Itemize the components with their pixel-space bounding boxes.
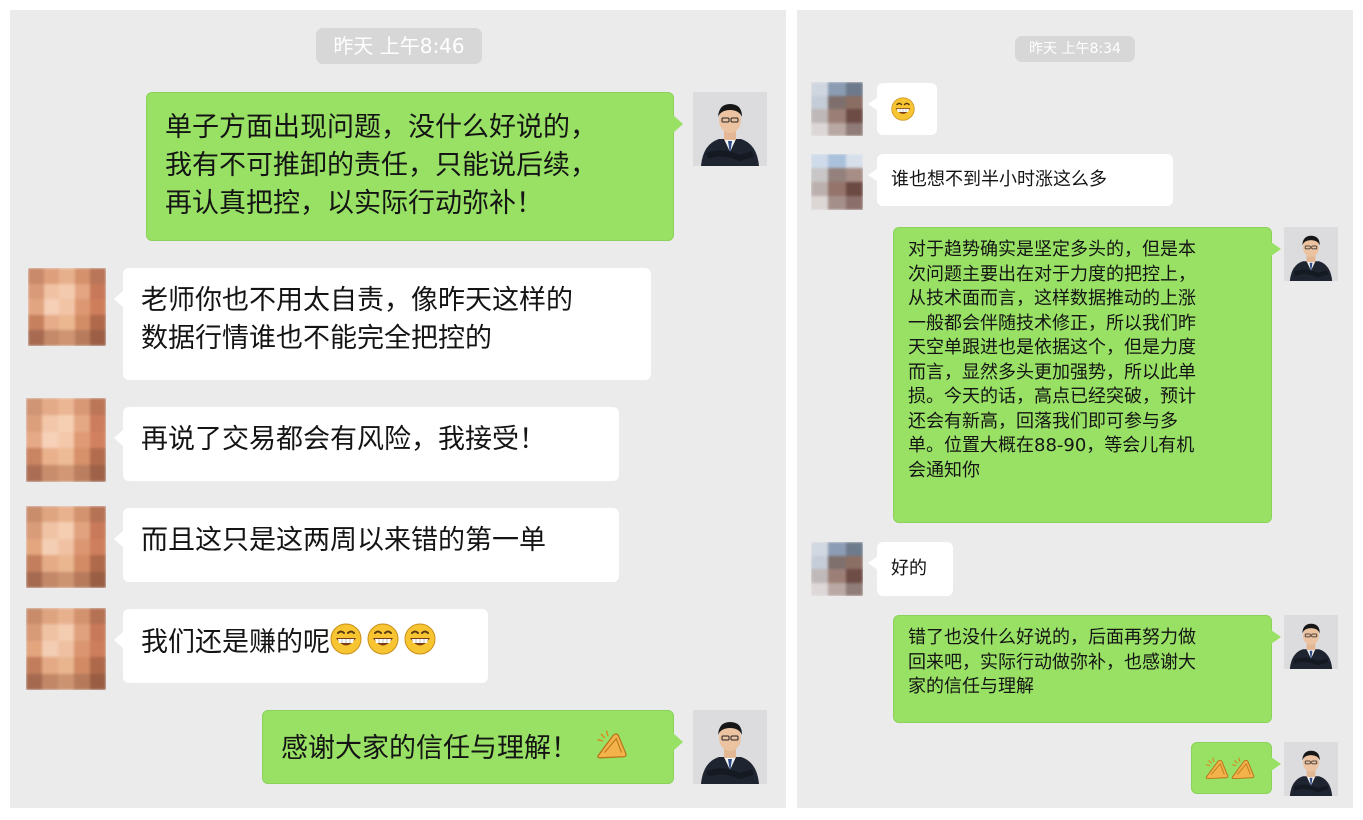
blurred-avatar-image — [26, 506, 106, 588]
blurred-avatar-image — [26, 398, 106, 482]
contact-avatar[interactable] — [811, 82, 863, 136]
sender-avatar[interactable] — [693, 710, 767, 784]
contact-avatar[interactable] — [811, 542, 863, 596]
message-line: 单子方面出现问题，没什么好说的， — [165, 112, 597, 143]
message-bubble-outgoing[interactable] — [1191, 742, 1281, 794]
contact-avatar[interactable] — [811, 154, 863, 210]
chat-panel-right: 昨天 上午8:34 谁也想不到半小时涨这么多 对于趋势确实是坚定多头的，但是本 … — [797, 10, 1353, 808]
message-text: 我们还是赚的呢 — [141, 627, 330, 658]
grin-icon — [891, 97, 915, 121]
message-line: 家的信任与理解 — [908, 676, 1034, 697]
chat-panel-left: 昨天 上午8:46 单子方面出现问题，没什么好说的， 我有不可推卸的责任，只能说… — [10, 10, 786, 808]
clap-icon — [1204, 755, 1230, 781]
message-line: 还会有新高，回落我们即可参与多 — [908, 410, 1178, 432]
message-text: 好的 — [891, 558, 927, 579]
clap-icon — [1230, 755, 1256, 781]
message-bubble-outgoing[interactable]: 感谢大家的信任与理解！ — [262, 710, 683, 784]
message-line: 回来吧，实际行动做弥补，也感谢大 — [908, 651, 1196, 673]
message-bubble-incoming[interactable]: 再说了交易都会有风险，我接受！ — [114, 407, 619, 481]
message-line: 天空单跟进也是依据这个，但是力度 — [908, 337, 1196, 358]
contact-avatar[interactable] — [28, 268, 106, 346]
sender-avatar[interactable] — [1284, 742, 1338, 796]
message-text: 感谢大家的信任与理解！ — [281, 733, 578, 764]
message-line: 损。今天的话，高点已经突破，预计 — [908, 386, 1196, 407]
blurred-avatar-image — [811, 82, 863, 136]
message-line: 次问题主要出在对于力度的把控上， — [908, 263, 1196, 285]
contact-avatar[interactable] — [26, 506, 106, 588]
message-line: 再认真把控，以实际行动弥补！ — [165, 188, 543, 219]
message-line: 而且这只是这两周以来错的第一单 — [141, 525, 546, 556]
message-text: 谁也想不到半小时涨这么多 — [891, 169, 1107, 190]
message-bubble-outgoing[interactable]: 错了也没什么好说的，后面再努力做 回来吧，实际行动做弥补，也感谢大 家的信任与理… — [893, 615, 1281, 723]
message-line: 从技术面而言，这样数据推动的上涨 — [908, 288, 1196, 309]
grin-icon — [404, 623, 436, 655]
timestamp-chip: 昨天 上午8:46 — [316, 28, 482, 64]
message-line: 错了也没什么好说的，后面再努力做 — [908, 627, 1196, 648]
message-line: 再说了交易都会有风险，我接受！ — [141, 424, 546, 455]
message-bubble-incoming[interactable] — [868, 83, 937, 135]
message-line: 单。位置大概在88-90，等会儿有机 — [908, 435, 1195, 456]
message-line: 而言，显然多头更加强势，所以此单 — [908, 361, 1196, 383]
message-bubble-outgoing[interactable]: 单子方面出现问题，没什么好说的， 我有不可推卸的责任，只能说后续， 再认真把控，… — [146, 92, 683, 241]
contact-avatar[interactable] — [26, 398, 106, 482]
message-line: 对于趋势确实是坚定多头的，但是本 — [908, 239, 1196, 260]
sender-avatar[interactable] — [693, 92, 767, 166]
timestamp-chip: 昨天 上午8:34 — [1015, 36, 1135, 62]
message-bubble-outgoing[interactable]: 对于趋势确实是坚定多头的，但是本 次问题主要出在对于力度的把控上， 从技术面而言… — [893, 227, 1281, 523]
message-bubble-incoming[interactable]: 好的 — [868, 542, 953, 596]
blurred-avatar-image — [811, 542, 863, 596]
grin-icon — [330, 623, 362, 655]
blurred-avatar-image — [28, 268, 106, 346]
message-bubble-incoming[interactable]: 我们还是赚的呢 — [114, 609, 488, 683]
message-line: 老师你也不用太自责，像昨天这样的 — [141, 285, 573, 316]
message-line: 我有不可推卸的责任，只能说后续， — [165, 150, 597, 181]
message-line: 会通知你 — [908, 459, 980, 481]
sender-avatar[interactable] — [1284, 615, 1338, 669]
message-bubble-incoming[interactable]: 谁也想不到半小时涨这么多 — [868, 154, 1173, 206]
clap-icon — [595, 727, 629, 761]
sender-avatar[interactable] — [1284, 227, 1338, 281]
blurred-avatar-image — [811, 154, 863, 210]
contact-avatar[interactable] — [26, 608, 106, 690]
message-bubble-incoming[interactable]: 老师你也不用太自责，像昨天这样的 数据行情谁也不能完全把控的 — [114, 268, 651, 380]
message-line: 数据行情谁也不能完全把控的 — [141, 323, 492, 354]
blurred-avatar-image — [26, 608, 106, 690]
message-line: 一般都会伴随技术修正，所以我们昨 — [908, 312, 1196, 334]
grin-icon — [367, 623, 399, 655]
message-bubble-incoming[interactable]: 而且这只是这两周以来错的第一单 — [114, 508, 619, 582]
